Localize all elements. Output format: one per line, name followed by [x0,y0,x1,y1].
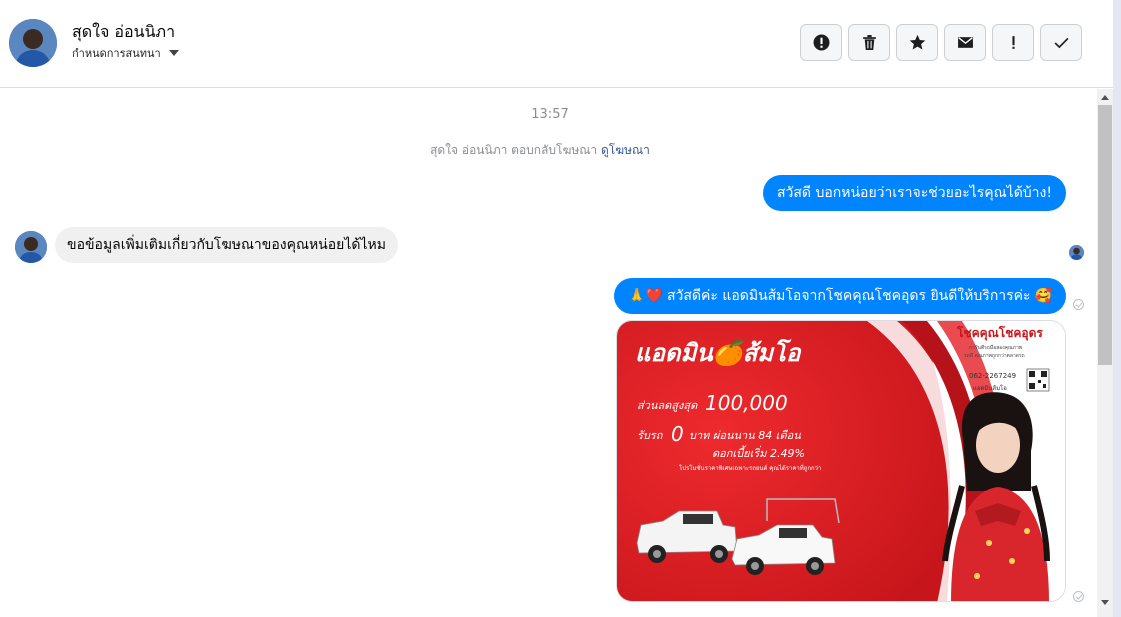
follow-up-button[interactable] [992,24,1034,61]
conversation-header: สุดใจ อ่อนนิภา กำหนดการสนทนา [0,0,1113,88]
spam-button[interactable] [800,24,842,61]
message-text: สวัสดีค่ะ แอดมินส้มโอจากโชคคุณโชคอุดร ยิ… [666,288,1031,304]
ad-reply-notice: สุดใจ อ่อนนิภา ตอบกลับโฆษณา ดูโฆษณา [0,141,1080,160]
view-ad-link[interactable]: ดูโฆษณา [601,143,650,157]
qr-code-image [1026,368,1050,392]
message-thread: 13:57 สุดใจ อ่อนนิภา ตอบกลับโฆษณา ดูโฆษณ… [0,89,1097,617]
conversation-actions [800,24,1082,61]
emoji-prefix: 🙏❤️ [628,288,663,304]
caret-down-icon [168,50,179,56]
ad-down-text-a: รับรถ [637,429,664,442]
ad-fine-print: โปรโมชั่นราคาพิเศษเฉพาะรถยนต์ คุณได้ราคา… [679,464,821,472]
exclamation-icon [1011,36,1015,49]
contact-avatar[interactable] [9,19,57,67]
ad-title: แอดมิน🍊ส้มโอ [635,338,802,367]
ad-down-value: 0 [671,422,684,446]
emoji-suffix: 🥰 [1034,288,1052,304]
envelope-icon [957,37,973,48]
outgoing-message[interactable]: สวัสดี บอกหน่อยว่าเราจะช่วยอะไรคุณได้บ้า… [762,175,1066,211]
alert-circle-icon [813,34,829,51]
ad-brand: โชคคุณโชคอุดร [956,325,1043,341]
ad-phone: 062-2267249 [969,372,1016,380]
ad-discount-label: ส่วนลดสูงสุด [637,399,698,412]
seen-indicator-avatar [1069,245,1084,260]
scroll-up-arrow-icon[interactable] [1101,95,1109,100]
delivered-check-icon [1073,299,1084,310]
delete-button[interactable] [848,24,890,61]
ad-line-name: แอดมินส้มโอ [973,384,1007,392]
contact-name: สุดใจ อ่อนนิภา [72,22,176,41]
incoming-message[interactable]: ขอข้อมูลเพิ่มเติมเกี่ยวกับโฆษณาของคุณหน่… [55,227,398,263]
ad-image-attachment[interactable]: แอดมิน🍊ส้มโอ ส่วนลดสูงสุด 100,000 รับรถ … [616,320,1066,602]
ad-brand-sub2: รถดี คุณภาพถูกกว่าตลาดรถ [964,352,1025,359]
chat-scrollbar[interactable] [1097,89,1113,617]
window-edge [1113,0,1121,617]
star-icon [909,34,925,50]
star-button[interactable] [896,24,938,61]
message-timestamp: 13:57 [531,107,569,122]
ad-reply-text: สุดใจ อ่อนนิภา ตอบกลับโฆษณา [430,143,598,157]
checkmark-icon [1054,37,1068,49]
ad-down-text-b: บาท ผ่อนนาน 84 เดือน [689,429,801,442]
outgoing-message[interactable]: 🙏❤️ สวัสดีค่ะ แอดมินส้มโอจากโชคคุณโชคอุด… [614,278,1066,314]
sender-avatar [15,231,47,263]
messenger-inbox: สุดใจ อ่อนนิภา กำหนดการสนทนา 13:57 สุดใจ… [0,0,1121,617]
delivered-check-icon [1073,591,1084,602]
ad-interest: ดอกเบี้ยเริ่ม 2.49% [712,445,805,460]
trash-icon [862,35,876,50]
scroll-thumb[interactable] [1098,105,1112,365]
ad-discount-value: 100,000 [705,391,788,415]
ad-brand-sub1: การันตีรถมือสองคุณภาพ [969,344,1022,351]
assign-label: กำหนดการสนทนา [72,47,161,60]
assign-conversation-dropdown[interactable]: กำหนดการสนทนา [72,44,179,62]
mark-unread-button[interactable] [944,24,986,61]
mark-done-button[interactable] [1040,24,1082,61]
scroll-down-arrow-icon[interactable] [1101,600,1109,605]
